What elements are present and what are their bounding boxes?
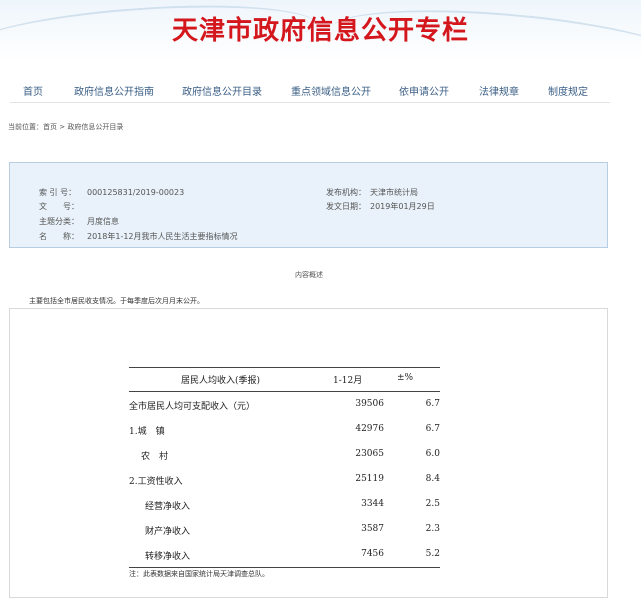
- table-row: 经营净收入 3344 2.5: [129, 492, 440, 517]
- summary-heading: 内容概述: [295, 271, 323, 279]
- row-label: 全市居民人均可支配收入（元）: [129, 402, 256, 412]
- table-note: 注：此表数据来自国家统计局天津调查总队。: [129, 570, 269, 578]
- row-label: 1.城 镇: [129, 427, 165, 437]
- table-header-period: 1-12月: [333, 376, 363, 386]
- row-pct: 6.7: [425, 399, 440, 409]
- meta-index-label: 索 引 号：: [39, 188, 77, 197]
- row-value: 25119: [355, 474, 384, 484]
- meta-doc-row: 文 号：: [39, 201, 87, 212]
- breadcrumb: 当前位置：首页 > 政府信息公开目录: [8, 123, 124, 131]
- nav-item-laws[interactable]: 法律规章: [479, 83, 519, 98]
- row-pct: 2.5: [425, 499, 440, 509]
- site-title: 天津市政府信息公开专栏: [171, 16, 469, 46]
- nav-item-guide[interactable]: 政府信息公开指南: [74, 83, 154, 98]
- row-value: 23065: [355, 449, 384, 459]
- meta-date-value: 2019年01月29日: [370, 202, 435, 211]
- table-header-title: 居民人均收入(季报): [181, 376, 261, 386]
- row-value: 3587: [361, 524, 384, 534]
- meta-name-label: 名 称：: [39, 232, 79, 241]
- meta-publisher-label: 发布机构：: [326, 188, 366, 197]
- meta-index-row: 索 引 号： 000125831/2019-00023: [39, 187, 184, 198]
- income-table: 居民人均收入(季报) 1-12月 ±% 全市居民人均可支配收入（元） 39506…: [129, 367, 440, 568]
- meta-name-row: 名 称： 2018年1-12月我市人民生活主要指标情况: [39, 231, 238, 242]
- document-meta-panel: 索 引 号： 000125831/2019-00023 文 号： 主题分类： 月度信…: [9, 162, 608, 248]
- meta-index-value: 000125831/2019-00023: [87, 188, 185, 197]
- summary-text: 主要包括全市居民收支情况。于每季度后次月月末公开。: [29, 297, 204, 305]
- row-label: 转移净收入: [145, 552, 191, 562]
- meta-publisher-row: 发布机构： 天津市统计局: [326, 187, 418, 198]
- nav-item-home[interactable]: 首页: [23, 83, 43, 98]
- meta-category-row: 主题分类： 月度信息: [39, 216, 119, 227]
- nav-item-key-areas[interactable]: 重点领域信息公开: [291, 83, 371, 98]
- table-row: 全市居民人均可支配收入（元） 39506 6.7: [129, 392, 440, 417]
- row-label: 2.工资性收入: [129, 477, 183, 487]
- row-label: 农 村: [141, 452, 169, 462]
- table-row: 农 村 23065 6.0: [129, 442, 440, 467]
- site-banner: 天津市政府信息公开专栏: [0, 0, 641, 62]
- meta-date-label: 发文日期：: [326, 202, 366, 211]
- content-panel: 居民人均收入(季报) 1-12月 ±% 全市居民人均可支配收入（元） 39506…: [9, 308, 608, 598]
- meta-category-label: 主题分类：: [39, 217, 79, 226]
- row-pct: 6.0: [425, 449, 440, 459]
- meta-doc-label: 文 号：: [39, 202, 79, 211]
- row-value: 42976: [355, 424, 384, 434]
- table-header-change: ±%: [397, 373, 414, 383]
- meta-date-row: 发文日期： 2019年01月29日: [326, 201, 435, 212]
- table-row: 转移净收入 7456 5.2: [129, 542, 440, 568]
- table-row: 2.工资性收入 25119 8.4: [129, 467, 440, 492]
- row-pct: 8.4: [425, 474, 440, 484]
- meta-publisher-value: 天津市统计局: [370, 188, 418, 197]
- row-label: 财产净收入: [145, 527, 191, 537]
- nav-item-on-request[interactable]: 依申请公开: [399, 83, 449, 98]
- table-row: 1.城 镇 42976 6.7: [129, 417, 440, 442]
- meta-category-value: 月度信息: [87, 217, 119, 226]
- row-value: 3344: [361, 499, 384, 509]
- row-value: 39506: [355, 399, 384, 409]
- row-label: 经营净收入: [145, 502, 191, 512]
- meta-name-value: 2018年1-12月我市人民生活主要指标情况: [87, 232, 238, 241]
- nav-item-catalog[interactable]: 政府信息公开目录: [182, 83, 262, 98]
- table-header-row: 居民人均收入(季报) 1-12月 ±%: [129, 367, 440, 392]
- row-pct: 2.3: [425, 524, 440, 534]
- row-pct: 6.7: [425, 424, 440, 434]
- row-pct: 5.2: [425, 549, 440, 559]
- nav-item-rules[interactable]: 制度规定: [548, 83, 588, 98]
- main-nav: 首页 政府信息公开指南 政府信息公开目录 重点领域信息公开 依申请公开 法律规章…: [10, 80, 610, 103]
- row-value: 7456: [361, 549, 384, 559]
- table-row: 财产净收入 3587 2.3: [129, 517, 440, 542]
